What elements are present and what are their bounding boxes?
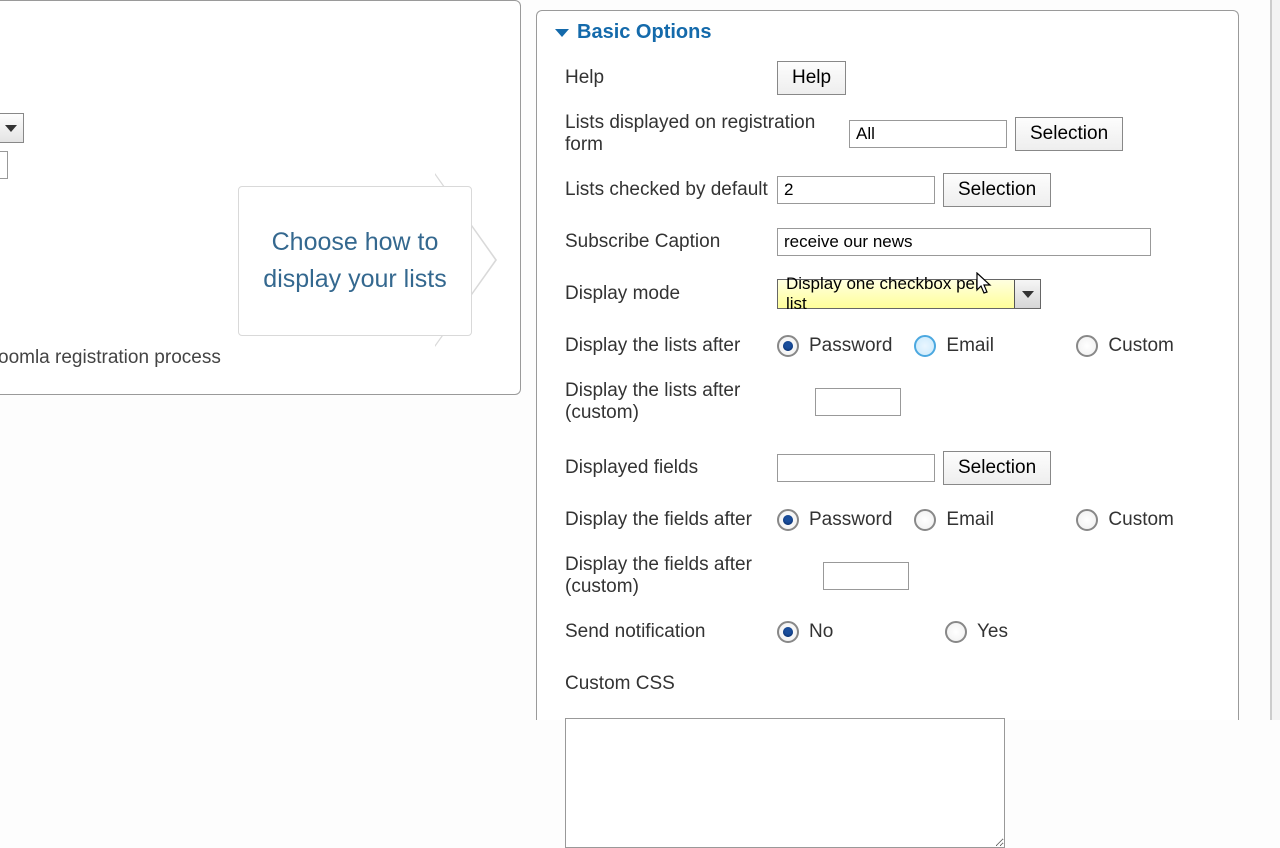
- display-lists-after-label: Display the lists after: [565, 335, 777, 357]
- lists-after-password-label: Password: [809, 335, 892, 357]
- left-dropdown[interactable]: [0, 113, 24, 143]
- chevron-down-icon: [5, 125, 17, 132]
- callout-line1: Choose how to: [272, 228, 439, 256]
- notification-no-radio[interactable]: [777, 621, 799, 643]
- lists-reg-selection-button[interactable]: Selection: [1015, 117, 1123, 151]
- lists-after-custom-input-label: Display the lists after (custom): [565, 380, 815, 424]
- custom-css-label: Custom CSS: [565, 673, 777, 695]
- display-mode-label: Display mode: [565, 283, 777, 305]
- fields-after-password-radio[interactable]: [777, 509, 799, 531]
- fields-after-custom-input[interactable]: [823, 562, 909, 590]
- lists-checked-label: Lists checked by default: [565, 179, 777, 201]
- notification-yes-radio[interactable]: [945, 621, 967, 643]
- panel-header[interactable]: Basic Options: [537, 11, 1238, 50]
- lists-after-custom-radio[interactable]: [1076, 335, 1098, 357]
- fields-after-custom-label: Custom: [1108, 509, 1173, 531]
- subscribe-caption-label: Subscribe Caption: [565, 231, 777, 253]
- fields-after-custom-radio[interactable]: [1076, 509, 1098, 531]
- display-fields-after-label: Display the fields after: [565, 509, 777, 531]
- subscribe-caption-input[interactable]: [777, 228, 1151, 256]
- help-button[interactable]: Help: [777, 61, 846, 95]
- callout-box: Choose how to display your lists: [238, 186, 472, 336]
- lists-after-email-label: Email: [946, 335, 994, 357]
- notification-yes-label: Yes: [977, 621, 1008, 643]
- callout-line2: display your lists: [263, 265, 446, 293]
- lists-after-custom-label: Custom: [1108, 335, 1173, 357]
- notification-no-label: No: [809, 621, 833, 643]
- right-edge: [1270, 0, 1280, 720]
- displayed-fields-selection-button[interactable]: Selection: [943, 451, 1051, 485]
- left-text-input[interactable]: [0, 151, 8, 179]
- chevron-down-icon: [1022, 291, 1034, 298]
- basic-options-panel: Basic Options Help Help Lists displayed …: [536, 10, 1239, 720]
- lists-reg-input[interactable]: [849, 120, 1007, 148]
- lists-checked-selection-button[interactable]: Selection: [943, 173, 1051, 207]
- lists-reg-label: Lists displayed on registration form: [565, 112, 849, 156]
- send-notification-label: Send notification: [565, 621, 777, 643]
- help-label: Help: [565, 67, 777, 89]
- lists-checked-input[interactable]: [777, 176, 935, 204]
- custom-css-textarea[interactable]: [565, 718, 1005, 848]
- lists-after-custom-input[interactable]: [815, 388, 901, 416]
- fields-after-custom-input-label: Display the fields after (custom): [565, 554, 823, 598]
- fields-after-email-label: Email: [946, 509, 994, 531]
- fields-after-password-label: Password: [809, 509, 892, 531]
- displayed-fields-input[interactable]: [777, 454, 935, 482]
- left-caption: oomla registration process: [0, 347, 221, 369]
- panel-title: Basic Options: [577, 21, 711, 44]
- display-mode-value: Display one checkbox per list: [778, 280, 1014, 308]
- select-arrow-button: [1014, 280, 1040, 308]
- displayed-fields-label: Displayed fields: [565, 457, 777, 479]
- lists-after-password-radio[interactable]: [777, 335, 799, 357]
- fields-after-email-radio[interactable]: [914, 509, 936, 531]
- lists-after-email-radio[interactable]: [914, 335, 936, 357]
- disclosure-triangle-icon: [555, 29, 569, 37]
- display-mode-select[interactable]: Display one checkbox per list: [777, 279, 1041, 309]
